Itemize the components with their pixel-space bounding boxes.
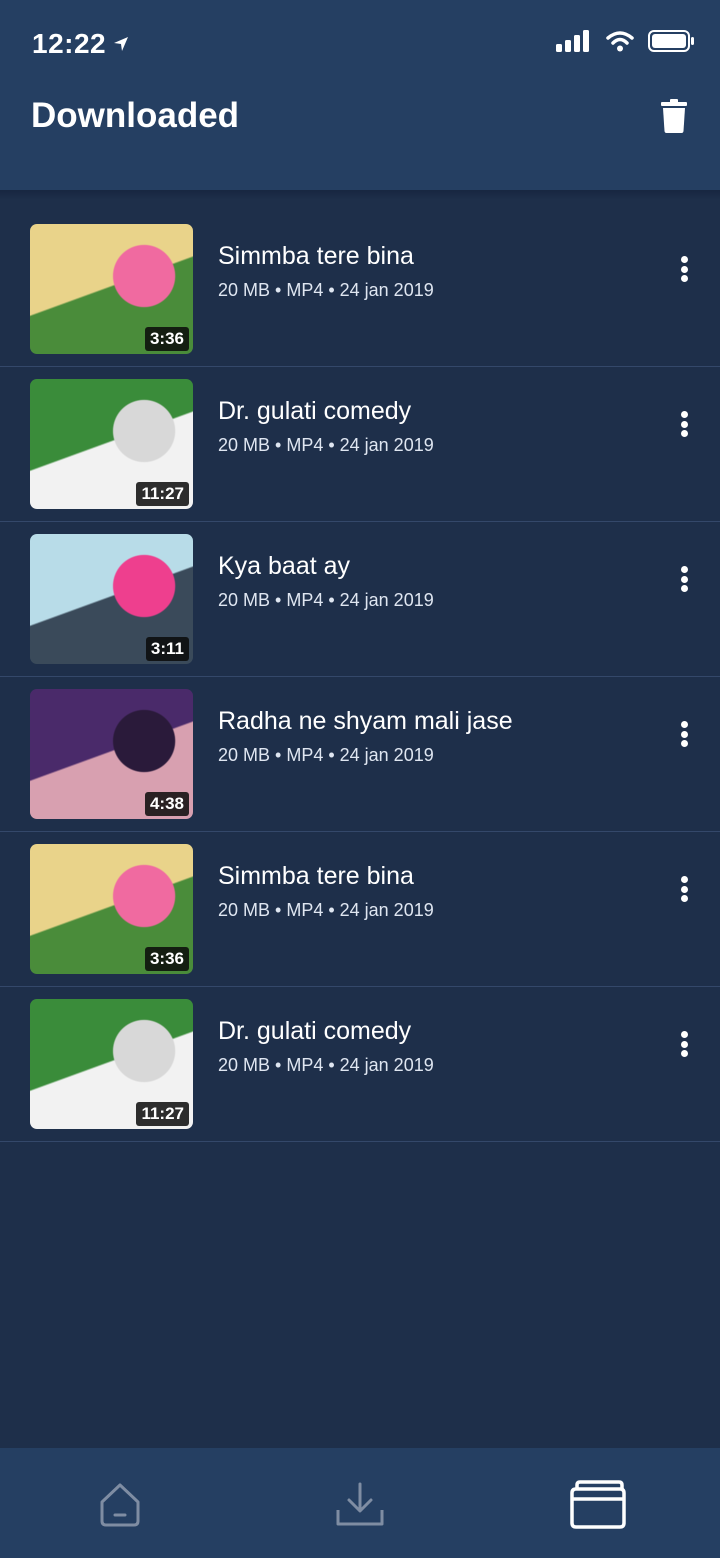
tab-home[interactable]	[90, 1476, 150, 1532]
list-item[interactable]: 3:11 Kya baat ay 20 MB • MP4 • 24 jan 20…	[0, 522, 720, 677]
more-options-button[interactable]	[672, 717, 696, 751]
download-list: 3:36 Simmba tere bina 20 MB • MP4 • 24 j…	[0, 212, 720, 1142]
wifi-icon	[606, 31, 634, 52]
video-meta: 20 MB • MP4 • 24 jan 2019	[218, 900, 434, 920]
more-dot	[680, 430, 688, 437]
more-options-button[interactable]	[672, 252, 696, 286]
list-item[interactable]: 11:27 Dr. gulati comedy 20 MB • MP4 • 24…	[0, 987, 720, 1142]
video-thumbnail[interactable]: 11:27	[30, 379, 193, 509]
more-dot	[680, 1040, 688, 1048]
battery-icon	[648, 30, 694, 52]
video-duration: 11:27	[136, 482, 189, 506]
tab-folder[interactable]	[568, 1476, 628, 1532]
video-meta: 20 MB • MP4 • 24 jan 2019	[218, 280, 434, 300]
app-header: 12:22 Downloaded	[0, 0, 720, 190]
video-duration: 4:38	[144, 792, 189, 816]
video-meta: 20 MB • MP4 • 24 jan 2019	[218, 435, 434, 455]
list-item[interactable]: 3:36 Simmba tere bina 20 MB • MP4 • 24 j…	[0, 212, 720, 367]
more-dot	[680, 730, 688, 738]
more-options-button[interactable]	[672, 562, 696, 596]
home-icon	[100, 1483, 140, 1527]
delete-all-button[interactable]	[658, 96, 690, 136]
video-meta: 20 MB • MP4 • 24 jan 2019	[218, 590, 434, 610]
more-dot	[680, 885, 688, 893]
video-title: Dr. gulati comedy	[218, 1017, 412, 1045]
more-dot	[680, 1031, 688, 1038]
video-duration: 3:36	[144, 947, 189, 971]
video-thumbnail[interactable]: 3:11	[30, 534, 193, 664]
more-options-button[interactable]	[672, 407, 696, 441]
folder-icon	[570, 1480, 626, 1529]
more-dot	[680, 876, 688, 883]
video-title: Dr. gulati comedy	[218, 397, 412, 425]
more-dot	[680, 411, 688, 418]
more-dot	[680, 265, 688, 273]
page-title: Downloaded	[31, 96, 240, 135]
more-options-button[interactable]	[672, 872, 696, 906]
location-arrow-icon	[114, 37, 129, 51]
download-icon	[336, 1482, 384, 1526]
more-dot	[680, 895, 688, 902]
more-dot	[680, 566, 688, 573]
video-duration: 3:11	[145, 637, 189, 661]
more-dot	[680, 275, 688, 282]
more-dot	[680, 1050, 688, 1057]
video-duration: 3:36	[144, 327, 189, 351]
list-item[interactable]: 3:36 Simmba tere bina 20 MB • MP4 • 24 j…	[0, 832, 720, 987]
status-indicators	[556, 30, 694, 52]
video-meta: 20 MB • MP4 • 24 jan 2019	[218, 1055, 434, 1075]
list-item[interactable]: 11:27 Dr. gulati comedy 20 MB • MP4 • 24…	[0, 367, 720, 522]
more-dot	[680, 256, 688, 263]
more-dot	[680, 740, 688, 747]
more-dot	[680, 420, 688, 428]
video-duration: 11:27	[136, 1102, 189, 1126]
more-dot	[680, 575, 688, 583]
video-thumbnail[interactable]: 3:36	[30, 844, 193, 974]
tab-downloads[interactable]	[330, 1476, 390, 1532]
video-title: Simmba tere bina	[218, 242, 414, 270]
more-dot	[680, 721, 688, 728]
header-shadow	[0, 190, 720, 200]
video-thumbnail[interactable]: 11:27	[30, 999, 193, 1129]
video-title: Simmba tere bina	[218, 862, 414, 890]
signal-icon	[556, 30, 589, 52]
video-meta: 20 MB • MP4 • 24 jan 2019	[218, 745, 434, 765]
video-thumbnail[interactable]: 4:38	[30, 689, 193, 819]
trash-icon	[661, 99, 687, 133]
video-thumbnail[interactable]: 3:36	[30, 224, 193, 354]
bottom-tab-bar	[0, 1448, 720, 1558]
status-time-group: 12:22	[32, 28, 130, 60]
video-title: Kya baat ay	[218, 552, 351, 580]
video-title: Radha ne shyam mali jase	[218, 707, 513, 735]
more-dot	[680, 585, 688, 592]
more-options-button[interactable]	[672, 1027, 696, 1061]
status-time: 12:22	[32, 28, 107, 59]
list-item[interactable]: 4:38 Radha ne shyam mali jase 20 MB • MP…	[0, 677, 720, 832]
